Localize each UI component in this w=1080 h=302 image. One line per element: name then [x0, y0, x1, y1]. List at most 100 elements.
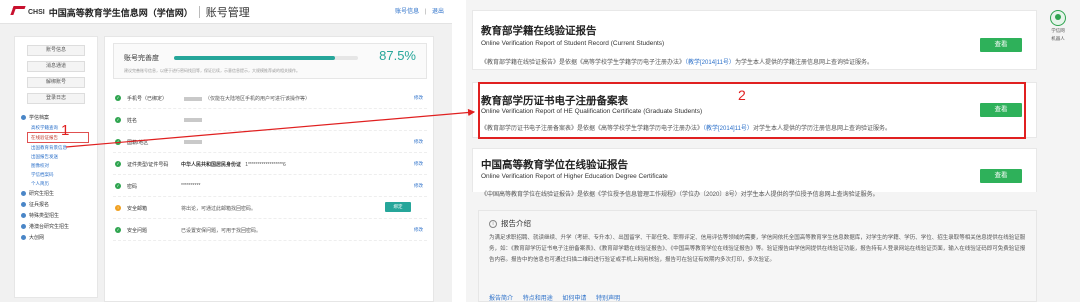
account-info-main: 账号完善度 87.5% 建议完善账号信息，以便于进行密码找回等，保证后续，示意信…: [104, 36, 434, 302]
header-links: 账号信息 | 退出: [391, 6, 444, 15]
completeness-progress-fill: [174, 56, 335, 60]
nav-group-label: 港澳台研究生招生: [29, 224, 70, 230]
intro-heading: i 报告介绍: [489, 218, 531, 229]
annotation-number-1: 1: [61, 122, 70, 139]
regulation-link[interactable]: （教学[2014]11号）: [685, 60, 735, 66]
chatbot-widget[interactable]: 学信网 机器人: [1044, 10, 1072, 42]
field-label: 手机号（已绑定）: [127, 96, 168, 102]
nav-group-special-admission[interactable]: 特殊类型招生: [15, 210, 97, 221]
redacted-value: [184, 139, 202, 144]
intro-link-features[interactable]: 特点和用途: [523, 296, 553, 302]
sidebar-button-account-info[interactable]: 账号信息: [27, 45, 85, 56]
nav-group-hmt-graduate[interactable]: 港澳台研究生招生: [15, 221, 97, 232]
edit-password-link[interactable]: 修改: [414, 183, 423, 189]
field-value: 已设置安保问题，可用于找回密码。: [181, 228, 262, 234]
desc-text: 为学生本人提供的学籍注册信息网上查询验证服务。: [734, 60, 873, 66]
intro-body: 为满足求职招聘、就读继续、升学（考研、专升本）、出国留学、干部任免、职称评定、信…: [489, 235, 1026, 263]
id-type: 中华人民共和国居民身份证: [181, 162, 242, 168]
nav-item-overseas-report-send[interactable]: 出国报告发送: [15, 152, 97, 161]
redacted-value: [184, 96, 202, 101]
sidebar-button-unbind-account[interactable]: 解绑账号: [27, 77, 85, 88]
nav-group-innovation[interactable]: 大创网: [15, 232, 97, 243]
sidebar-button-message-channel[interactable]: 消息通道: [27, 61, 85, 72]
id-number: 1******************6: [245, 162, 286, 168]
redacted-value: [184, 117, 202, 122]
robot-icon: [1050, 10, 1066, 26]
completeness-percent: 87.5%: [379, 48, 416, 63]
field-label: 安全邮箱: [127, 206, 148, 212]
widget-label-2: 机器人: [1051, 36, 1065, 41]
nav-group-military-enlistment[interactable]: 征兵报名: [15, 199, 97, 210]
nav-item-resume[interactable]: 个人简历: [15, 179, 97, 188]
check-icon: ✓: [115, 161, 121, 167]
intro-link-how-to-apply[interactable]: 如何申请: [562, 296, 586, 302]
field-row-name: ✓ 姓名: [113, 109, 427, 131]
check-icon: ✓: [115, 227, 121, 233]
account-management-panel: CHSI 中国高等教育学生信息网（学信网） 账号管理 账号信息 | 退出 账号信…: [0, 0, 452, 302]
check-icon: ✓: [115, 183, 121, 189]
logout-link[interactable]: 退出: [432, 9, 444, 15]
site-name: 中国高等教育学生信息网（学信网）: [48, 8, 193, 19]
field-row-password: ✓ 密码 ********** 修改: [113, 175, 427, 197]
nav-group-label: 研究生招生: [29, 191, 55, 197]
field-row-security-email: ! 安全邮箱 将出论，可通过此邮箱找回密码。 绑定: [113, 197, 427, 219]
nav-item-archive-code[interactable]: 学信档案码: [15, 170, 97, 179]
site-header: CHSI 中国高等教育学生信息网（学信网） 账号管理 账号信息 | 退出: [0, 0, 452, 24]
account-completeness: 账号完善度 87.5% 建议完善账号信息，以便于进行密码找回等，保证后续，示意信…: [113, 43, 427, 79]
sidebar-button-login-log[interactable]: 登录日志: [27, 93, 85, 104]
report-subtitle: Online Verification Report of Higher Edu…: [481, 173, 668, 180]
site-logo[interactable]: CHSI 中国高等教育学生信息网（学信网） 账号管理: [10, 4, 250, 20]
report-title: 中国高等教育学位在线验证报告: [481, 159, 628, 171]
field-value: 将出论，可通过此邮箱找回密码。: [181, 206, 257, 212]
nav-group-xuexin-archive[interactable]: 学信档案: [15, 112, 97, 123]
check-icon: ✓: [115, 117, 121, 123]
highlight-box: [478, 82, 1026, 139]
grid-icon: [21, 235, 26, 240]
field-value: [181, 117, 205, 123]
verification-reports-panel: 教育部学籍在线验证报告 Online Verification Report o…: [466, 0, 1080, 302]
field-row-security-question: ✓ 安全问题 已设置安保问题，可用于找回密码。 修改: [113, 219, 427, 241]
nav-group-graduate-admission[interactable]: 研究生招生: [15, 188, 97, 199]
bind-email-button[interactable]: 绑定: [385, 202, 411, 212]
intro-link-statement[interactable]: 特别声明: [596, 296, 620, 302]
archive-icon: [21, 115, 26, 120]
field-label: 证件类型/证件号码: [127, 162, 169, 168]
completeness-label: 账号完善度: [124, 55, 159, 62]
logo-abbrev: CHSI: [28, 8, 45, 16]
nav-item-image-proofread[interactable]: 图像校对: [15, 161, 97, 170]
field-value: （仅能在大陆地区手机的用户可进行该操作等）: [181, 95, 310, 102]
field-label: 密码: [127, 184, 138, 190]
nav-item-school-record[interactable]: 高校学籍查询: [15, 123, 97, 132]
field-row-phone: ✓ 手机号（已绑定） （仅能在大陆地区手机的用户可进行该操作等） 修改: [113, 87, 427, 109]
view-degree-button[interactable]: 查看: [980, 169, 1022, 183]
edit-id-link[interactable]: 修改: [414, 161, 423, 167]
graduate-icon: [21, 191, 26, 196]
field-row-nationality: ✓ 国籍/地区 修改: [113, 131, 427, 153]
star-icon: [21, 202, 26, 207]
intro-link-overview[interactable]: 报告简介: [489, 296, 513, 302]
report-description: 《中国高等教育学位在线验证报告》是依据《学位授予信息管理工作规程》（学位办〔20…: [481, 192, 879, 198]
edit-question-link[interactable]: 修改: [414, 227, 423, 233]
view-student-record-button[interactable]: 查看: [980, 38, 1022, 52]
field-label: 安全问题: [127, 228, 148, 234]
report-subtitle: Online Verification Report of Student Re…: [481, 40, 665, 47]
account-sidebar: 账号信息 消息通道 解绑账号 登录日志 学信档案 高校学籍查询 在线验证报告 出…: [14, 36, 98, 298]
check-icon: ✓: [115, 139, 121, 145]
widget-label-1: 学信网: [1051, 28, 1065, 33]
annotation-number-2: 2: [738, 87, 746, 103]
edit-nationality-link[interactable]: 修改: [414, 139, 423, 145]
nav-group-label: 特殊类型招生: [29, 213, 60, 219]
header-divider: [198, 6, 200, 18]
report-title: 教育部学籍在线验证报告: [481, 25, 597, 37]
screenshot-composite: CHSI 中国高等教育学生信息网（学信网） 账号管理 账号信息 | 退出 账号信…: [0, 0, 1080, 302]
nav-item-overseas-background[interactable]: 出国教育背景信息: [15, 143, 97, 152]
chsi-logo-icon: [10, 5, 26, 19]
service-nav: 学信档案 高校学籍查询 在线验证报告 出国教育背景信息 出国报告发送 图像校对 …: [15, 112, 97, 243]
nav-item-online-verification-report[interactable]: 在线验证报告: [27, 132, 89, 143]
account-info-link[interactable]: 账号信息: [395, 9, 419, 15]
edit-phone-link[interactable]: 修改: [414, 95, 423, 101]
nav-group-label: 学信档案: [29, 115, 50, 121]
header-link-separator: |: [424, 9, 427, 15]
field-value: [181, 139, 205, 145]
completeness-progress-bar: [174, 56, 358, 60]
